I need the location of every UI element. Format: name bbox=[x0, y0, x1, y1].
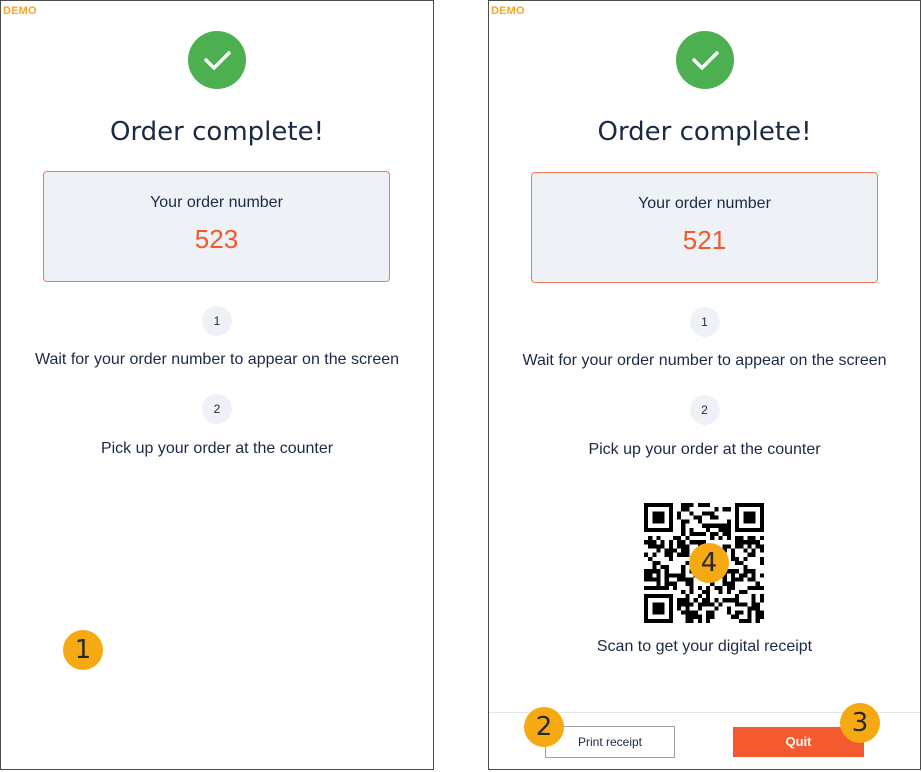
order-number-card: Your order number 521 bbox=[531, 172, 878, 283]
demo-label: DEMO bbox=[3, 5, 37, 17]
print-receipt-button[interactable]: Print receipt bbox=[545, 726, 675, 758]
callout-marker-1: 1 bbox=[63, 630, 103, 670]
callout-marker-4: 4 bbox=[689, 543, 729, 583]
callout-marker-2: 2 bbox=[524, 707, 564, 747]
step-1-badge: 1 bbox=[202, 306, 232, 336]
step-1-text: Wait for your order number to appear on … bbox=[522, 352, 887, 369]
demo-label: DEMO bbox=[491, 5, 525, 17]
step-2-text: Pick up your order at the counter bbox=[100, 440, 334, 457]
order-number-card: Your order number 523 bbox=[43, 171, 390, 282]
scan-receipt-text: Scan to get your digital receipt bbox=[596, 638, 813, 655]
order-number: 521 bbox=[682, 225, 727, 255]
checkmark-icon bbox=[188, 31, 246, 89]
kiosk-screen-order-complete-2: DEMO Order complete! Your order number 5… bbox=[488, 0, 921, 770]
step-2-badge: 2 bbox=[689, 395, 720, 425]
step-2-text: Pick up your order at the counter bbox=[588, 441, 821, 458]
order-number: 523 bbox=[194, 224, 239, 254]
page-title: Order complete! bbox=[109, 117, 325, 147]
order-number-label: Your order number bbox=[638, 195, 771, 212]
callout-marker-3: 3 bbox=[840, 703, 880, 743]
order-number-label: Your order number bbox=[150, 194, 283, 211]
checkmark-icon bbox=[675, 31, 734, 89]
page-title: Order complete! bbox=[597, 117, 812, 147]
step-1-text: Wait for your order number to appear on … bbox=[34, 351, 400, 368]
step-2-badge: 2 bbox=[202, 394, 232, 424]
step-1-badge: 1 bbox=[689, 307, 720, 337]
